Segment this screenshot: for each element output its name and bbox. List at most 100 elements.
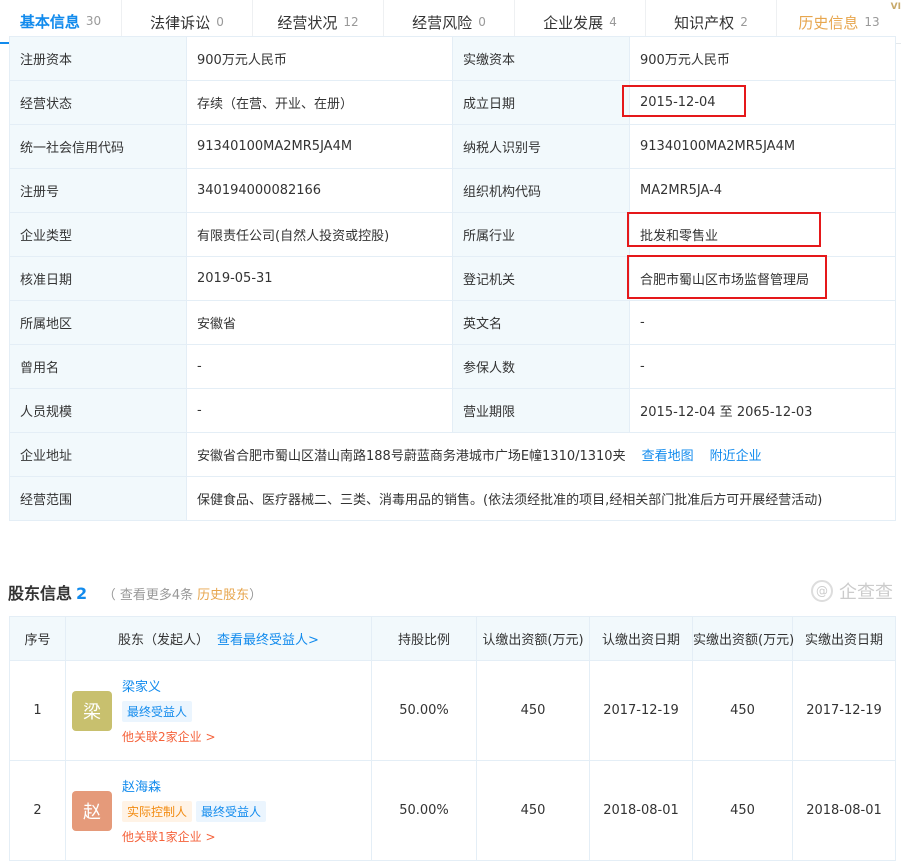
sub-suffix: ）	[249, 588, 263, 603]
field-value: -	[186, 388, 453, 433]
controller-tag: 实际控制人	[122, 801, 193, 822]
sub-date-cell: 2018-08-01	[589, 760, 693, 861]
col-paid-amount: 实缴出资额(万元)	[692, 616, 794, 661]
history-shareholders-link[interactable]: 历史股东	[197, 588, 249, 603]
col-holder: 股东（发起人） 查看最终受益人>	[65, 616, 372, 661]
shareholders-count: 2	[76, 584, 88, 603]
field-label: 人员规模	[9, 388, 187, 433]
field-value: -	[629, 344, 896, 389]
seq-cell: 2	[9, 760, 66, 861]
field-label: 企业类型	[9, 212, 187, 257]
paid-date-cell: 2017-12-19	[792, 660, 896, 761]
shareholder-name-link[interactable]: 梁家义	[122, 676, 216, 695]
tab-label: 经营状况	[277, 13, 338, 32]
field-label: 成立日期	[452, 80, 630, 125]
shareholder-name-link[interactable]: 赵海森	[122, 776, 266, 795]
table-row: 经营状态 存续（在营、开业、在册） 成立日期 2015-12-04	[9, 80, 896, 125]
table-row: 所属地区 安徽省 英文名 -	[9, 300, 896, 345]
table-row: 企业地址 安徽省合肥市蜀山区潜山南路188号蔚蓝商务港城市广场E幢1310/13…	[9, 432, 896, 477]
table-row: 2 赵 赵海森 实际控制人 最终受益人 他关联1家企业 > 50.00% 450 …	[9, 760, 896, 861]
tab-label: 经营风险	[412, 13, 473, 32]
sub-prefix: （ 查看更多4条	[102, 588, 194, 603]
tab-label: 企业发展	[543, 13, 604, 32]
view-beneficiary-link[interactable]: 查看最终受益人>	[217, 633, 319, 648]
table-row: 统一社会信用代码 91340100MA2MR5JA4M 纳税人识别号 91340…	[9, 124, 896, 169]
tab-count: 13	[864, 15, 880, 29]
address-value: 安徽省合肥市蜀山区潜山南路188号蔚蓝商务港城市广场E幢1310/1310夹	[197, 449, 626, 464]
seq-cell: 1	[9, 660, 66, 761]
field-label: 企业地址	[9, 432, 187, 477]
field-label: 经营状态	[9, 80, 187, 125]
col-sub-date: 认缴出资日期	[589, 616, 693, 661]
holder-cell: 赵 赵海森 实际控制人 最终受益人 他关联1家企业 >	[65, 760, 372, 861]
field-value: -	[629, 300, 896, 345]
col-ratio: 持股比例	[371, 616, 477, 661]
vip-badge: VI	[890, 2, 901, 12]
tab-label: 知识产权	[674, 13, 735, 32]
field-label: 曾用名	[9, 344, 187, 389]
field-value: 340194000082166	[186, 168, 453, 213]
field-value: 900万元人民币	[629, 36, 896, 81]
tab-count: 2	[740, 15, 748, 29]
field-label: 注册号	[9, 168, 187, 213]
ratio-cell: 50.00%	[371, 760, 477, 861]
paid-date-cell: 2018-08-01	[792, 760, 896, 861]
field-value: 2019-05-31	[186, 256, 453, 301]
field-label: 核准日期	[9, 256, 187, 301]
paid-amount-cell: 450	[692, 760, 793, 861]
tab-count: 30	[85, 14, 102, 28]
sub-date-cell: 2017-12-19	[589, 660, 693, 761]
shareholders-subtitle: （ 查看更多4条 历史股东）	[103, 588, 262, 603]
field-label: 组织机构代码	[452, 168, 630, 213]
field-label: 统一社会信用代码	[9, 124, 187, 169]
table-row: 人员规模 - 营业期限 2015-12-04 至 2065-12-03	[9, 388, 896, 433]
nearby-companies-link[interactable]: 附近企业	[710, 449, 762, 464]
address-cell: 安徽省合肥市蜀山区潜山南路188号蔚蓝商务港城市广场E幢1310/1310夹 查看…	[186, 432, 896, 477]
related-companies-link[interactable]: 他关联1家企业 >	[122, 828, 266, 845]
business-scope-value: 保健食品、医疗器械二、三类、消毒用品的销售。(依法须经批准的项目,经相关部门批准…	[186, 476, 896, 521]
table-row: 曾用名 - 参保人数 -	[9, 344, 896, 389]
field-value: 2015-12-04 至 2065-12-03	[629, 388, 896, 433]
table-header-row: 序号 股东（发起人） 查看最终受益人> 持股比例 认缴出资额(万元) 认缴出资日期…	[9, 616, 896, 661]
field-label: 英文名	[452, 300, 630, 345]
highlight-box	[627, 212, 821, 247]
avatar: 梁	[72, 690, 112, 731]
field-label: 所属行业	[452, 212, 630, 257]
field-value: 安徽省	[186, 300, 453, 345]
field-label: 登记机关	[452, 256, 630, 301]
field-value: MA2MR5JA-4	[629, 168, 896, 213]
shareholders-title: 股东信息 2 （ 查看更多4条 历史股东）	[8, 580, 262, 604]
tab-label: 法律诉讼	[150, 13, 211, 32]
table-row: 经营范围 保健食品、医疗器械二、三类、消毒用品的销售。(依法须经批准的项目,经相…	[9, 476, 896, 521]
shareholders-table: 序号 股东（发起人） 查看最终受益人> 持股比例 认缴出资额(万元) 认缴出资日期…	[9, 616, 896, 861]
table-row: 注册资本 900万元人民币 实缴资本 900万元人民币	[9, 36, 896, 81]
tab-count: 4	[609, 15, 617, 29]
view-map-link[interactable]: 查看地图	[642, 449, 694, 464]
section-title: 股东信息	[8, 584, 73, 603]
field-label: 所属地区	[9, 300, 187, 345]
field-label: 经营范围	[9, 476, 187, 521]
table-row: 1 梁 梁家义 最终受益人 他关联2家企业 > 50.00% 450 2017-…	[9, 660, 896, 761]
col-seq: 序号	[9, 616, 66, 661]
beneficiary-tag: 最终受益人	[196, 801, 267, 822]
related-companies-link[interactable]: 他关联2家企业 >	[122, 728, 216, 745]
paid-amount-cell: 450	[692, 660, 793, 761]
field-value: 存续（在营、开业、在册）	[186, 80, 453, 125]
watermark-logo: @ 企查查	[811, 578, 893, 604]
highlight-box	[622, 85, 746, 117]
tab-label: 基本信息	[19, 12, 80, 31]
highlight-box	[627, 255, 827, 299]
field-value: 900万元人民币	[186, 36, 453, 81]
avatar: 赵	[72, 790, 112, 831]
sub-amount-cell: 450	[476, 660, 590, 761]
field-label: 纳税人识别号	[452, 124, 630, 169]
field-label: 注册资本	[9, 36, 187, 81]
field-label: 营业期限	[452, 388, 630, 433]
col-paid-date: 实缴出资日期	[792, 616, 896, 661]
field-value: 有限责任公司(自然人投资或控股)	[186, 212, 453, 257]
tab-count: 12	[343, 15, 359, 29]
qcc-logo-icon: @	[811, 580, 833, 602]
field-label: 参保人数	[452, 344, 630, 389]
field-value: 91340100MA2MR5JA4M	[629, 124, 896, 169]
beneficiary-tag: 最终受益人	[122, 701, 193, 722]
